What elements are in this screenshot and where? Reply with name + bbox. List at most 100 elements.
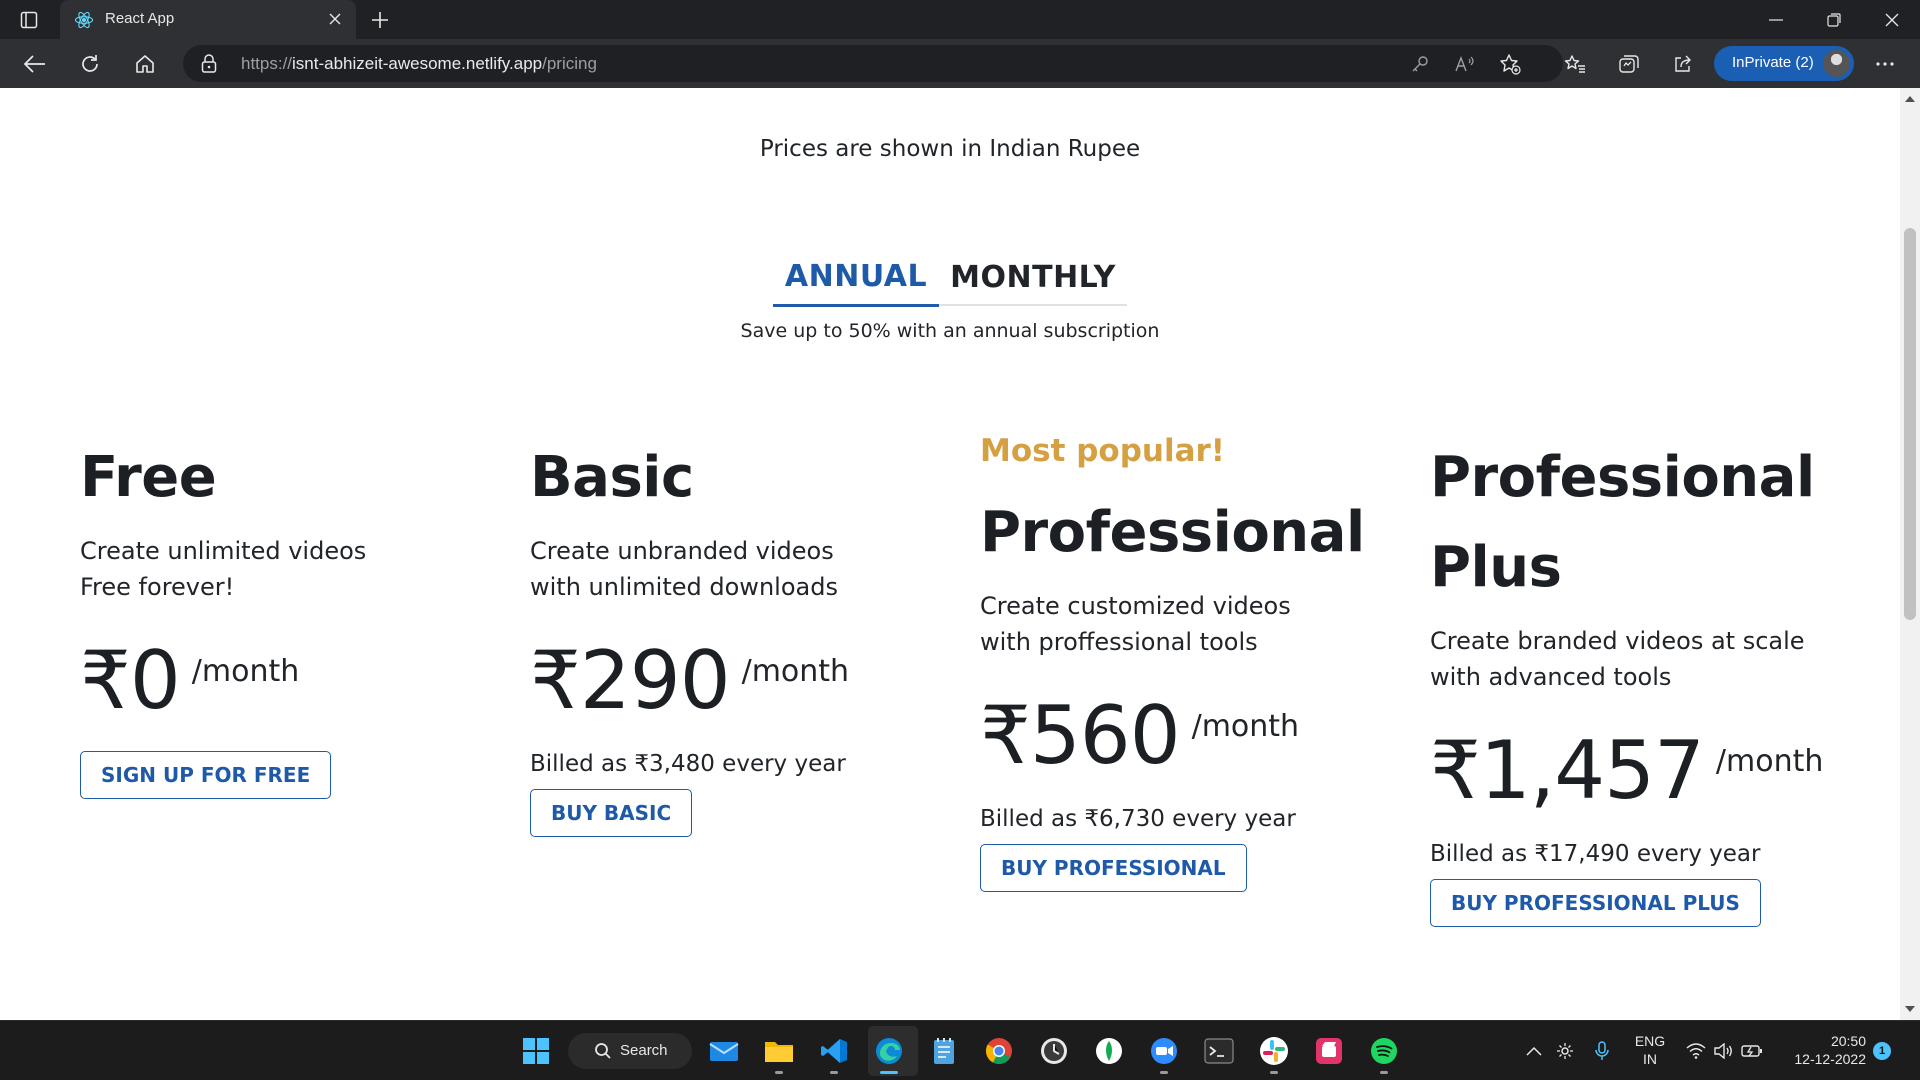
browser-tab[interactable]: React App	[60, 0, 356, 39]
plan-description: Create branded videos at scale with adva…	[1430, 627, 1805, 691]
taskbar-clock[interactable]: 20:50 12-12-2022	[1780, 1032, 1866, 1068]
plan-description: Create customized videos with proffessio…	[980, 592, 1291, 656]
search-label: Search	[620, 1042, 668, 1059]
favorites-icon[interactable]	[1560, 49, 1590, 79]
billed-annually-text: Billed as ₹17,490 every year	[1430, 841, 1761, 867]
plan-name: Free	[80, 445, 217, 510]
buy-basic-button[interactable]: BUY BASIC	[530, 789, 693, 837]
scrollbar-thumb[interactable]	[1904, 228, 1916, 620]
scroll-up-icon[interactable]	[1905, 96, 1915, 102]
close-tab-icon[interactable]	[324, 8, 346, 30]
tab-actions-icon[interactable]	[14, 7, 44, 33]
plan-card-free: Free Create unlimited videos Free foreve…	[80, 433, 500, 799]
new-tab-icon[interactable]	[368, 8, 392, 32]
plan-price: ₹1,457 /month	[1430, 723, 1850, 811]
buy-professional-button[interactable]: BUY PROFESSIONAL	[980, 844, 1247, 892]
inprivate-profile-button[interactable]: InPrivate (2)	[1714, 46, 1854, 81]
plan-name: Basic	[530, 445, 694, 510]
close-window-icon[interactable]	[1864, 0, 1920, 39]
price-amount: ₹560	[980, 689, 1181, 782]
plan-card-professional-plus: Professional Plus Create branded videos …	[1430, 433, 1850, 927]
price-amount: ₹1,457	[1430, 724, 1705, 817]
price-amount: ₹290	[530, 634, 731, 727]
add-favorite-icon[interactable]	[1498, 52, 1522, 76]
windows-taskbar: Search ENG IN 20:50 12-12-2022 1	[0, 1020, 1920, 1080]
edge-icon[interactable]	[873, 1035, 905, 1067]
mongodb-compass-icon[interactable]	[1093, 1035, 1125, 1067]
slack-icon[interactable]	[1258, 1035, 1290, 1067]
billing-period-tabs: ANNUAL MONTHLY	[773, 248, 1127, 307]
page-scrollbar[interactable]	[1900, 88, 1920, 1020]
microphone-icon[interactable]	[1588, 1035, 1616, 1067]
read-aloud-icon[interactable]	[1453, 52, 1477, 76]
chrome-icon[interactable]	[983, 1035, 1015, 1067]
plan-name: Professional	[980, 500, 1365, 565]
sign-up-free-button[interactable]: SIGN UP FOR FREE	[80, 751, 332, 799]
inprivate-label: InPrivate (2)	[1732, 54, 1814, 71]
mail-icon[interactable]	[708, 1035, 740, 1067]
currency-note: Prices are shown in Indian Rupee	[759, 136, 1141, 162]
more-options-icon[interactable]	[1870, 49, 1900, 79]
minimize-icon[interactable]	[1748, 0, 1804, 39]
price-amount: ₹0	[80, 634, 181, 727]
restore-icon[interactable]	[1806, 0, 1862, 39]
key-icon[interactable]	[1408, 52, 1432, 76]
plan-price: ₹0 /month	[80, 633, 500, 721]
tray-app-icon[interactable]	[1551, 1035, 1579, 1067]
plan-price: ₹560 /month	[980, 688, 1400, 776]
price-period: /month	[741, 654, 850, 689]
most-popular-badge: Most popular!	[980, 433, 1225, 469]
tab-monthly[interactable]: MONTHLY	[939, 248, 1127, 306]
clock-app-icon[interactable]	[1038, 1035, 1070, 1067]
tab-annual[interactable]: ANNUAL	[773, 248, 939, 307]
price-period: /month	[191, 654, 300, 689]
notepad-icon[interactable]	[928, 1035, 960, 1067]
start-icon[interactable]	[520, 1035, 552, 1067]
tab-title: React App	[105, 10, 175, 27]
buy-professional-plus-button[interactable]: BUY PROFESSIONAL PLUS	[1430, 879, 1761, 927]
address-bar[interactable]: https://isnt-abhizeit-awesome.netlify.ap…	[183, 45, 1563, 82]
file-explorer-icon[interactable]	[763, 1035, 795, 1067]
plan-card-professional: Most popular! Professional Create custom…	[980, 433, 1400, 892]
url-text[interactable]: https://isnt-abhizeit-awesome.netlify.ap…	[241, 54, 597, 74]
collections-icon[interactable]	[1614, 49, 1644, 79]
billed-annually-text: Billed as ₹3,480 every year	[530, 751, 846, 777]
terminal-icon[interactable]	[1203, 1035, 1235, 1067]
wifi-icon[interactable]	[1682, 1035, 1710, 1067]
plan-card-basic: Basic Create unbranded videos with unlim…	[530, 433, 950, 837]
browser-tab-bar: React App	[0, 0, 1920, 39]
refresh-icon[interactable]	[75, 49, 105, 79]
clock-time: 20:50	[1830, 1033, 1866, 1049]
lock-icon[interactable]	[201, 54, 217, 77]
zoom-icon[interactable]	[1148, 1035, 1180, 1067]
battery-icon[interactable]	[1738, 1035, 1766, 1067]
volume-icon[interactable]	[1710, 1035, 1738, 1067]
price-period: /month	[1191, 709, 1300, 744]
browser-toolbar: https://isnt-abhizeit-awesome.netlify.ap…	[0, 39, 1920, 88]
input-language[interactable]: ENG IN	[1628, 1032, 1672, 1068]
chevron-up-icon[interactable]	[1520, 1035, 1548, 1067]
taskbar-search[interactable]: Search	[568, 1033, 692, 1069]
back-arrow-icon[interactable]	[20, 49, 50, 79]
active-indicator	[880, 1071, 898, 1074]
plan-price: ₹290 /month	[530, 633, 950, 721]
clipchamp-icon[interactable]	[1313, 1035, 1345, 1067]
search-icon	[594, 1042, 612, 1064]
plan-description: Create unlimited videos Free forever!	[80, 537, 367, 601]
plan-description: Create unbranded videos with unlimited d…	[530, 537, 838, 601]
save-note: Save up to 50% with an annual subscripti…	[740, 320, 1160, 342]
home-icon[interactable]	[130, 49, 160, 79]
running-indicator	[775, 1071, 783, 1074]
avatar	[1823, 50, 1850, 77]
spotify-icon[interactable]	[1368, 1035, 1400, 1067]
notification-badge[interactable]: 1	[1873, 1042, 1891, 1060]
share-icon[interactable]	[1668, 49, 1698, 79]
running-indicator	[1270, 1071, 1278, 1074]
running-indicator	[830, 1071, 838, 1074]
billed-annually-text: Billed as ₹6,730 every year	[980, 806, 1296, 832]
pricing-page: Prices are shown in Indian Rupee ANNUAL …	[0, 88, 1900, 1020]
vscode-icon[interactable]	[818, 1035, 850, 1067]
running-indicator	[1380, 1071, 1388, 1074]
react-favicon-icon	[74, 10, 94, 30]
scroll-down-icon[interactable]	[1905, 1006, 1915, 1012]
